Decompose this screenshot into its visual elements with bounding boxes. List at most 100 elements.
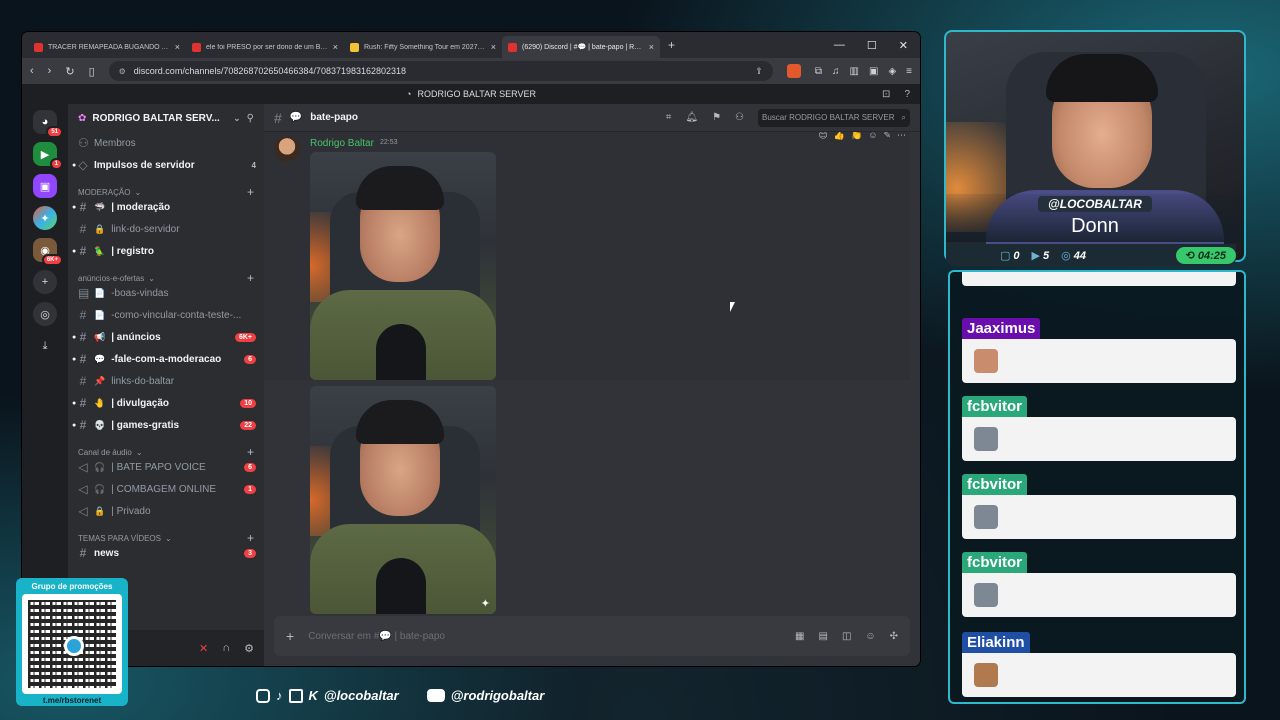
wallet-icon[interactable]: ▣ <box>869 66 878 77</box>
close-tab-icon[interactable]: × <box>649 42 654 52</box>
browser-tab-active[interactable]: (6290) Discord | #💬 | bate-papo | RODRIG… <box>502 36 660 58</box>
channel-link-do-servidor[interactable]: # 🔒 link-do-servidor <box>68 218 264 240</box>
discord-home-icon[interactable]: ◕ 51 <box>33 110 63 138</box>
sidebar-icon[interactable]: ▥ <box>850 66 859 77</box>
menu-icon[interactable]: ≡ <box>906 66 912 77</box>
site-info-icon[interactable]: ⚙ <box>119 67 126 76</box>
brave-shield-icon[interactable] <box>786 64 801 78</box>
server-icon-colorful[interactable]: ✦ <box>33 206 57 230</box>
settings-gear-icon[interactable]: ⚙ <box>244 642 254 655</box>
browser-tab[interactable]: Rush: Fifty Something Tour em 2027 no Br… <box>344 36 502 58</box>
apps-icon[interactable]: ✣ <box>890 631 898 642</box>
channel-boas-vindas[interactable]: ▤ 📄 -boas-vindas <box>68 282 264 304</box>
channel-fale-com-a-moderacao[interactable]: ● # 💬 -fale-com-a-moderacao 6 <box>68 348 264 370</box>
channel-anuncios[interactable]: ● # 📢 | anúncios 6K+ <box>68 326 264 348</box>
hash-icon: # <box>79 308 87 322</box>
member-list-icon[interactable]: ⚇ <box>735 112 744 123</box>
twitch-server-icon[interactable]: ▣ <box>33 174 57 198</box>
chat-username: Eliakinn <box>962 632 1030 653</box>
reaction-icon[interactable]: 👍 <box>834 132 845 141</box>
bookmark-icon[interactable]: ▯ <box>89 65 95 78</box>
unread-badge: 6K+ <box>234 332 256 342</box>
back-icon[interactable]: ‹ <box>30 65 34 77</box>
browser-tab[interactable]: TRACER REMAPEADA BUGANDO A ZONA NO × <box>28 36 186 58</box>
notification-badge: 51 <box>46 126 63 138</box>
edit-icon[interactable]: ✎ <box>883 132 891 141</box>
browser-tab[interactable]: ele foi PRESO por ser dono de um BAILE F… <box>186 36 344 58</box>
emoji-icon[interactable]: ☺ <box>865 631 875 642</box>
voice-channel-bate-papo[interactable]: ◁ 🎧 | BATE PAPO VOICE 6 <box>68 456 264 478</box>
window-title: RODRIGO BALTAR SERVER <box>417 89 536 99</box>
reload-icon[interactable]: ↻ <box>65 65 74 78</box>
search-icon: ⌕ <box>901 112 906 122</box>
vpn-icon[interactable]: ◈ <box>888 66 896 77</box>
message-timestamp: 22:53 <box>380 139 398 146</box>
channel-registro[interactable]: ● # 🦜 | registro <box>68 240 264 262</box>
voice-channel-combagem[interactable]: ◁ 🎧 | COMBAGEM ONLINE 1 <box>68 478 264 500</box>
stream-chat: Jaaximus fcbvitor fcbvitor fcbvitor Elia… <box>948 270 1246 704</box>
add-member-icon[interactable]: ⚲ <box>247 113 254 124</box>
close-tab-icon[interactable]: × <box>333 42 338 52</box>
attach-plus-icon[interactable]: + <box>286 628 294 644</box>
channel-links-do-baltar[interactable]: # 📌 links-do-baltar <box>68 370 264 392</box>
mute-icon[interactable]: ✕ <box>199 642 208 655</box>
forward-icon[interactable]: › <box>48 65 52 77</box>
gift-icon[interactable]: ▦ <box>795 631 804 642</box>
message-image[interactable] <box>310 152 496 380</box>
address-bar[interactable]: ⚙ discord.com/channels/70826870265046638… <box>108 61 773 81</box>
sidebar-item-impulsos[interactable]: ● ◇ Impulsos de servidor 4 <box>68 154 264 176</box>
help-icon[interactable]: ? <box>904 89 910 100</box>
chat-message: fcbvitor <box>962 474 1236 539</box>
close-tab-icon[interactable]: × <box>491 42 496 52</box>
threads-icon[interactable]: ⌗ <box>666 112 672 123</box>
chat-username: fcbvitor <box>962 396 1028 417</box>
channel-moderacao[interactable]: ● # 🦈 | moderação <box>68 196 264 218</box>
category-anuncios[interactable]: anúncios-e-ofertas ⌄ + <box>68 262 264 285</box>
search-input[interactable]: Buscar RODRIGO BALTAR SERVER ⌕ <box>758 108 910 127</box>
add-reaction-icon[interactable]: ☺ <box>868 132 877 141</box>
headphones-icon[interactable]: ∩ <box>222 642 230 654</box>
comment-icon: ▢ <box>1000 249 1011 262</box>
media-icon[interactable]: ♫ <box>832 66 840 77</box>
category-moderacao[interactable]: MODERAÇÃO ⌄ + <box>68 176 264 199</box>
more-options-icon[interactable]: ⋯ <box>897 132 906 141</box>
channel-como-vincular[interactable]: # 📄 -como-vincular-conta-teste-... <box>68 304 264 326</box>
channel-divulgacao[interactable]: ● # 🤚 | divulgação 10 <box>68 392 264 414</box>
chat-username: Jaaximus <box>962 318 1041 339</box>
gif-icon[interactable]: ▤ <box>818 631 827 642</box>
close-window-icon[interactable]: ✕ <box>899 39 908 52</box>
add-server-icon[interactable]: + <box>33 270 57 294</box>
discover-icon[interactable]: ◎ <box>33 302 57 326</box>
server-icon-green[interactable]: ▶ 1 <box>33 142 63 170</box>
message-composer[interactable]: + Conversar em #💬 | bate-papo ▦ ▤ ◫ ☺ ✣ <box>274 616 910 656</box>
message-author[interactable]: Rodrigo Baltar <box>310 138 374 149</box>
new-tab-icon[interactable]: + <box>668 38 675 52</box>
voice-channel-privado[interactable]: ◁ 🔒 | Privado <box>68 500 264 522</box>
server-name: RODRIGO BALTAR SERV... <box>92 112 220 124</box>
avatar[interactable] <box>274 136 300 162</box>
rodrigo-baltar-server-icon[interactable]: ◉ 6K+ <box>33 238 63 266</box>
reaction-icon[interactable]: 👏 <box>851 132 862 141</box>
channel-games-gratis[interactable]: ● # 💀 | games-gratis 22 <box>68 414 264 436</box>
sticker-icon[interactable]: ◫ <box>842 631 851 642</box>
bell-icon[interactable]: 🔔︎ <box>685 112 698 123</box>
close-tab-icon[interactable]: × <box>175 42 180 52</box>
maximize-icon[interactable]: ☐ <box>867 39 877 52</box>
social-handle-primary: @locobaltar <box>323 688 399 703</box>
category-temas[interactable]: TEMAS PARA VÍDEOS ⌄ + <box>68 522 264 545</box>
download-icon[interactable]: ⤓ <box>33 334 57 358</box>
inbox-icon[interactable]: ⊡ <box>882 89 890 100</box>
minimize-icon[interactable]: — <box>834 39 845 52</box>
stream-stats: ▢ 0 ▶ 5 ◎ 44 ⟲ 04:25 <box>946 244 1236 266</box>
extension-icon[interactable]: ⧉ <box>815 66 822 77</box>
share-icon[interactable]: ⇪ <box>755 66 763 77</box>
category-audio[interactable]: Canal de áudio ⌄ + <box>68 436 264 459</box>
server-header[interactable]: ✿ RODRIGO BALTAR SERV... ⌄ ⚲ <box>68 104 264 132</box>
sidebar-item-membros[interactable]: ⚇ Membros <box>68 132 264 154</box>
channel-news[interactable]: # news 3 <box>68 542 264 564</box>
message-image[interactable]: ✦ <box>310 386 496 614</box>
unread-badge: 3 <box>244 548 256 558</box>
reaction-icon[interactable]: 😊 <box>818 132 827 141</box>
pin-icon[interactable]: ⚑ <box>712 112 721 123</box>
chevron-down-icon[interactable]: ⌄ <box>233 113 241 124</box>
